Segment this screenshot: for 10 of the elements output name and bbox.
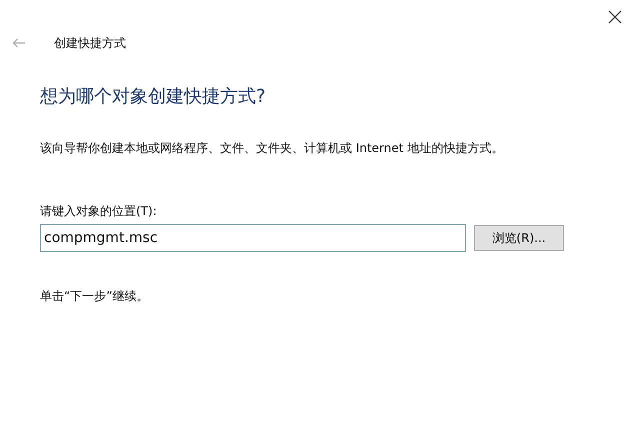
description-text: 该向导帮你创建本地或网络程序、文件、文件夹、计算机或 Internet 地址的快捷方式。 xyxy=(40,140,504,157)
browse-button[interactable]: 浏览(R)... xyxy=(474,225,564,251)
location-label: 请键入对象的位置(T): xyxy=(40,203,158,220)
window-title: 创建快捷方式 xyxy=(54,34,126,52)
continue-hint: 单击“下一步”继续。 xyxy=(40,288,150,305)
wizard-heading: 想为哪个对象创建快捷方式? xyxy=(40,85,267,108)
close-icon xyxy=(608,10,622,24)
close-button[interactable] xyxy=(606,8,624,26)
back-arrow-icon xyxy=(12,38,26,48)
location-input-field[interactable]: compmgmt.msc xyxy=(40,224,466,252)
